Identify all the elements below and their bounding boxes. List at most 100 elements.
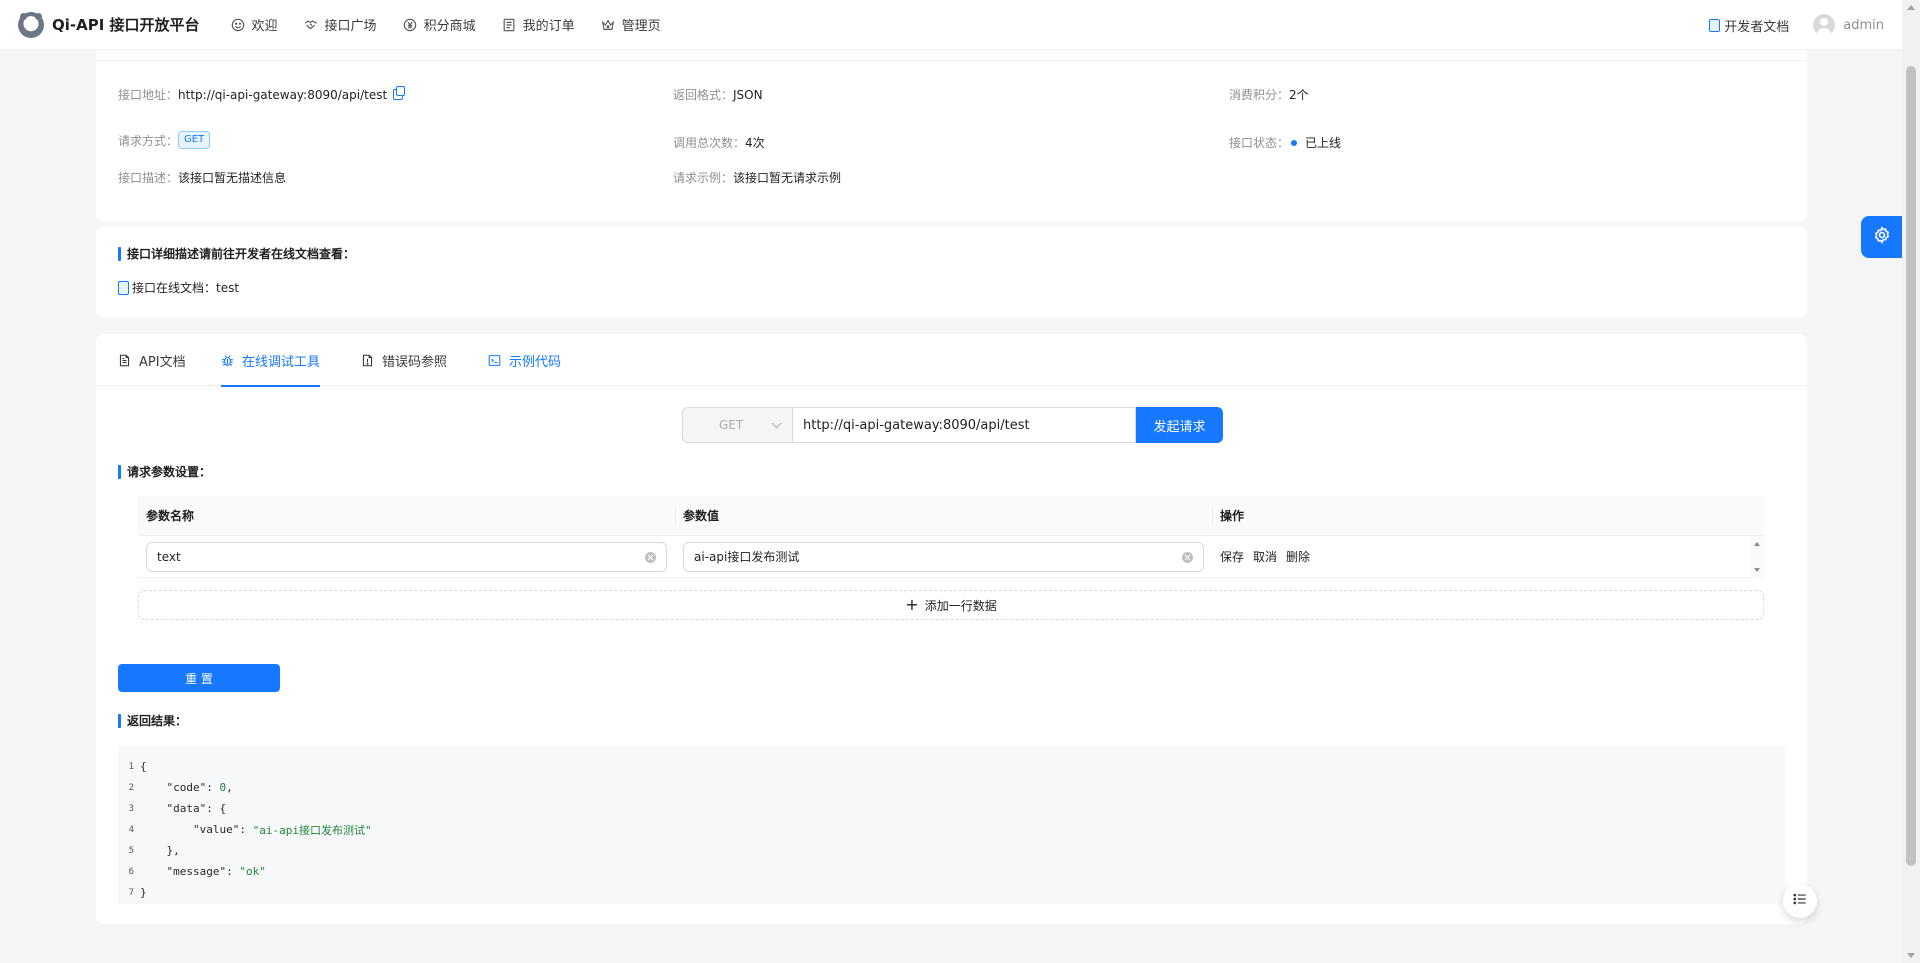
clear-icon[interactable] [645, 551, 656, 563]
doc-section-title: 接口详细描述请前往开发者在线文档查看： [118, 246, 355, 262]
code-text: { [140, 760, 147, 773]
code-text: , [226, 781, 233, 794]
request-bar: GET http://qi-api-gateway:8090/api/test … [682, 407, 1223, 443]
info-label: 接口描述： [118, 171, 179, 185]
code-line: 3 "data": { [118, 798, 1785, 819]
tab-online-debug[interactable]: 在线调试工具 [221, 334, 321, 387]
params-section-title: 请求参数设置： [118, 464, 211, 480]
page-scrollbar[interactable] [1902, 0, 1920, 963]
clear-icon[interactable] [1182, 551, 1193, 563]
code-text: "message": [140, 865, 240, 878]
nav-item-points-shop[interactable]: 积分商城 [390, 0, 489, 50]
tab-label: 在线调试工具 [242, 354, 321, 370]
tab-example-code[interactable]: 示例代码 [488, 334, 561, 386]
smile-icon [231, 18, 245, 32]
info-calls: 调用总次数： 4次 [673, 134, 765, 151]
info-url: 接口地址： http://qi-api-gateway:8090/api/tes… [118, 86, 406, 103]
online-doc-card: 接口详细描述请前往开发者在线文档查看： 接口在线文档： test [96, 226, 1807, 318]
code-line: 2 "code": 0 , [118, 777, 1785, 798]
add-row-button[interactable]: + 添加一行数据 [138, 590, 1764, 620]
tab-api-docs[interactable]: API文档 [118, 334, 186, 386]
money-circle-icon [403, 18, 417, 32]
scroll-down-icon[interactable] [1907, 953, 1915, 958]
param-name-input[interactable]: text [146, 541, 667, 572]
user-menu[interactable]: admin [1813, 14, 1884, 36]
param-name-value: text [157, 549, 181, 564]
param-name-cell: text [138, 541, 675, 572]
method-select[interactable]: GET [682, 407, 792, 443]
api-info-card: 接口地址： http://qi-api-gateway:8090/api/tes… [96, 42, 1807, 222]
column-header-actions: 操作 [1212, 496, 1764, 535]
reset-button[interactable]: 重 置 [118, 664, 280, 692]
info-label: 调用总次数： [673, 136, 746, 150]
info-label: 消费积分： [1229, 88, 1290, 102]
code-number: 0 [219, 781, 227, 794]
nav-label: 我的订单 [522, 19, 575, 34]
settings-drawer-button[interactable] [1861, 216, 1903, 258]
tab-error-codes[interactable]: 错误码参照 [361, 334, 447, 386]
scroll-up-icon[interactable] [1754, 542, 1760, 546]
nav-item-admin[interactable]: 管理页 [588, 0, 674, 50]
row-scrollbar[interactable] [1750, 536, 1764, 578]
scrollbar-thumb[interactable] [1906, 66, 1916, 866]
file-exclamation-icon [361, 354, 374, 367]
line-number: 5 [128, 845, 134, 856]
tab-label: 示例代码 [509, 354, 562, 370]
send-request-button[interactable]: 发起请求 [1136, 407, 1223, 443]
info-method: 请求方式： GET [118, 131, 211, 149]
scroll-up-icon[interactable] [1907, 5, 1915, 10]
nav-label: 积分商城 [423, 19, 476, 34]
line-number: 2 [128, 782, 134, 793]
nav-item-api-square[interactable]: 接口广场 [291, 0, 390, 50]
copy-icon[interactable] [393, 86, 406, 100]
delete-row-link[interactable]: 删除 [1286, 548, 1310, 565]
developer-docs-link[interactable]: 开发者文档 [1709, 16, 1789, 35]
code-line: 1 { [118, 756, 1785, 777]
book-icon [1709, 18, 1721, 32]
actions-cell: 保存 取消 删除 [1212, 548, 1750, 565]
handshake-icon [304, 18, 318, 32]
nav-label: 欢迎 [251, 19, 278, 34]
brand[interactable]: Qi-API 接口开放平台 [18, 0, 218, 50]
line-number: 1 [128, 761, 134, 772]
info-label: 接口状态： [1229, 136, 1290, 150]
info-value: 已上线 [1305, 136, 1342, 150]
param-value-input[interactable]: ai-api接口发布测试 [683, 541, 1204, 572]
info-label: 返回格式： [673, 88, 734, 102]
nav-label: 管理页 [621, 19, 661, 34]
params-table-header: 参数名称 参数值 操作 [138, 496, 1764, 536]
nav-item-my-orders[interactable]: 我的订单 [489, 0, 588, 50]
line-number: 3 [128, 803, 134, 814]
info-value: 该接口暂无请求示例 [733, 171, 842, 185]
code-string: "ai-api接口发布测试" [252, 823, 372, 837]
line-number: 7 [128, 887, 134, 898]
scroll-down-icon[interactable] [1754, 568, 1760, 572]
nav-item-welcome[interactable]: 欢迎 [218, 0, 291, 50]
code-text: "data": { [140, 802, 227, 815]
order-icon [502, 18, 516, 32]
save-row-link[interactable]: 保存 [1220, 548, 1244, 565]
info-value: http://qi-api-gateway:8090/api/test [178, 87, 388, 102]
info-example: 请求示例： 该接口暂无请求示例 [673, 169, 841, 186]
response-code-block: 1 { 2 "code": 0 , 3 "data": { 4 "value":… [118, 746, 1785, 904]
divider [96, 60, 1807, 61]
online-doc-link[interactable]: test [216, 281, 239, 295]
info-label: 接口地址： [118, 88, 179, 102]
info-label: 请求示例： [673, 171, 734, 185]
add-row-label: 添加一行数据 [924, 598, 997, 613]
nav-label: 接口广场 [324, 19, 377, 34]
code-text: }, [140, 844, 180, 857]
info-label: 请求方式： [118, 133, 179, 148]
tab-label: 错误码参照 [382, 354, 448, 370]
status-dot [1291, 139, 1298, 146]
username: admin [1843, 17, 1884, 33]
result-section-title: 返回结果： [118, 713, 187, 729]
cancel-row-link[interactable]: 取消 [1253, 548, 1277, 565]
anchor-list-button[interactable] [1783, 884, 1817, 918]
method-select-value: GET [719, 418, 744, 432]
code-text: } [140, 886, 147, 899]
info-value: JSON [733, 87, 763, 102]
info-description: 接口描述： 该接口暂无描述信息 [118, 169, 286, 186]
developer-docs-label: 开发者文档 [1724, 19, 1790, 35]
request-url-input[interactable]: http://qi-api-gateway:8090/api/test [792, 407, 1136, 443]
